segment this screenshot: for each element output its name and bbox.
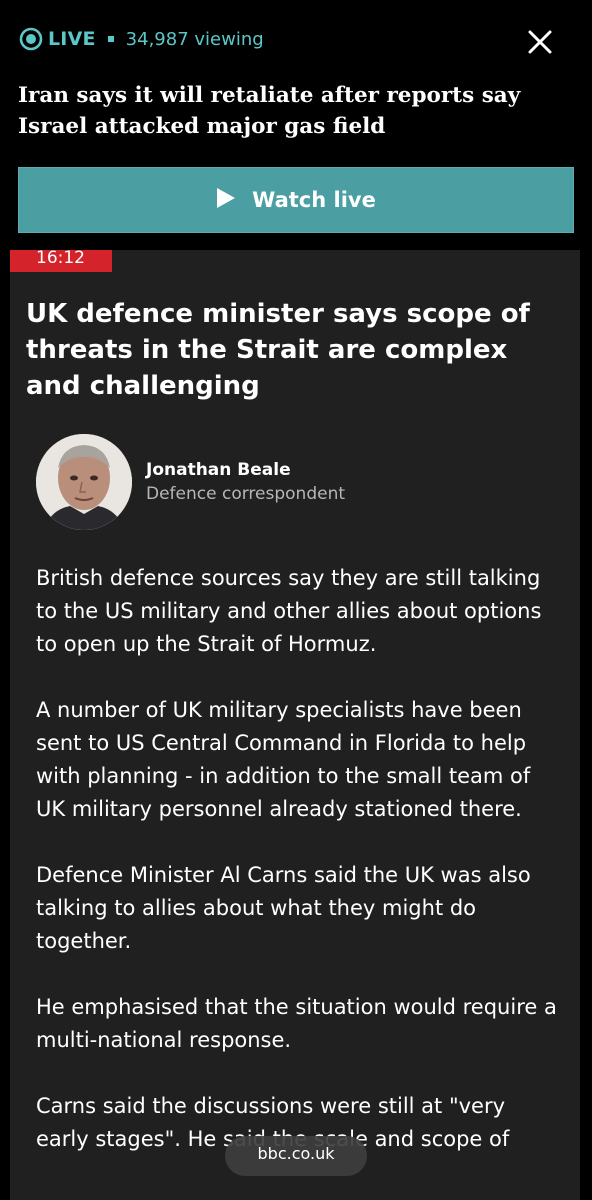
avatar [36,434,132,530]
live-broadcast-icon [18,26,44,52]
author-byline[interactable]: Jonathan Beale Defence correspondent [36,434,345,530]
live-page: LIVE 34,987 viewing Iran says it will re… [0,0,592,1200]
body-paragraph: He emphasised that the situation would r… [36,995,557,1052]
body-paragraph: Defence Minister Al Carns said the UK wa… [36,863,531,953]
watch-live-label: Watch live [252,188,376,212]
play-icon [216,187,236,214]
watch-live-button[interactable]: Watch live [18,167,574,233]
body-paragraph: British defence sources say they are sti… [36,566,542,656]
author-info: Jonathan Beale Defence correspondent [146,458,345,506]
author-role: Defence correspondent [146,484,346,504]
stream-headline: Iran says it will retaliate after report… [18,83,521,139]
close-icon [528,30,552,59]
live-status-bar: LIVE 34,987 viewing [18,24,264,54]
author-name: Jonathan Beale [146,460,291,480]
live-label: LIVE [48,28,96,50]
post-timestamp: 16:12 [10,250,112,272]
post-body: British defence sources say they are sti… [36,562,560,1189]
close-button[interactable] [522,26,558,62]
separator-dot [107,36,114,42]
browser-url-pill[interactable]: bbc.co.uk [225,1136,367,1176]
body-paragraph: A number of UK military specialists have… [36,698,531,821]
post-title: UK defence minister says scope of threat… [26,299,530,401]
viewer-count: 34,987 viewing [125,28,264,50]
